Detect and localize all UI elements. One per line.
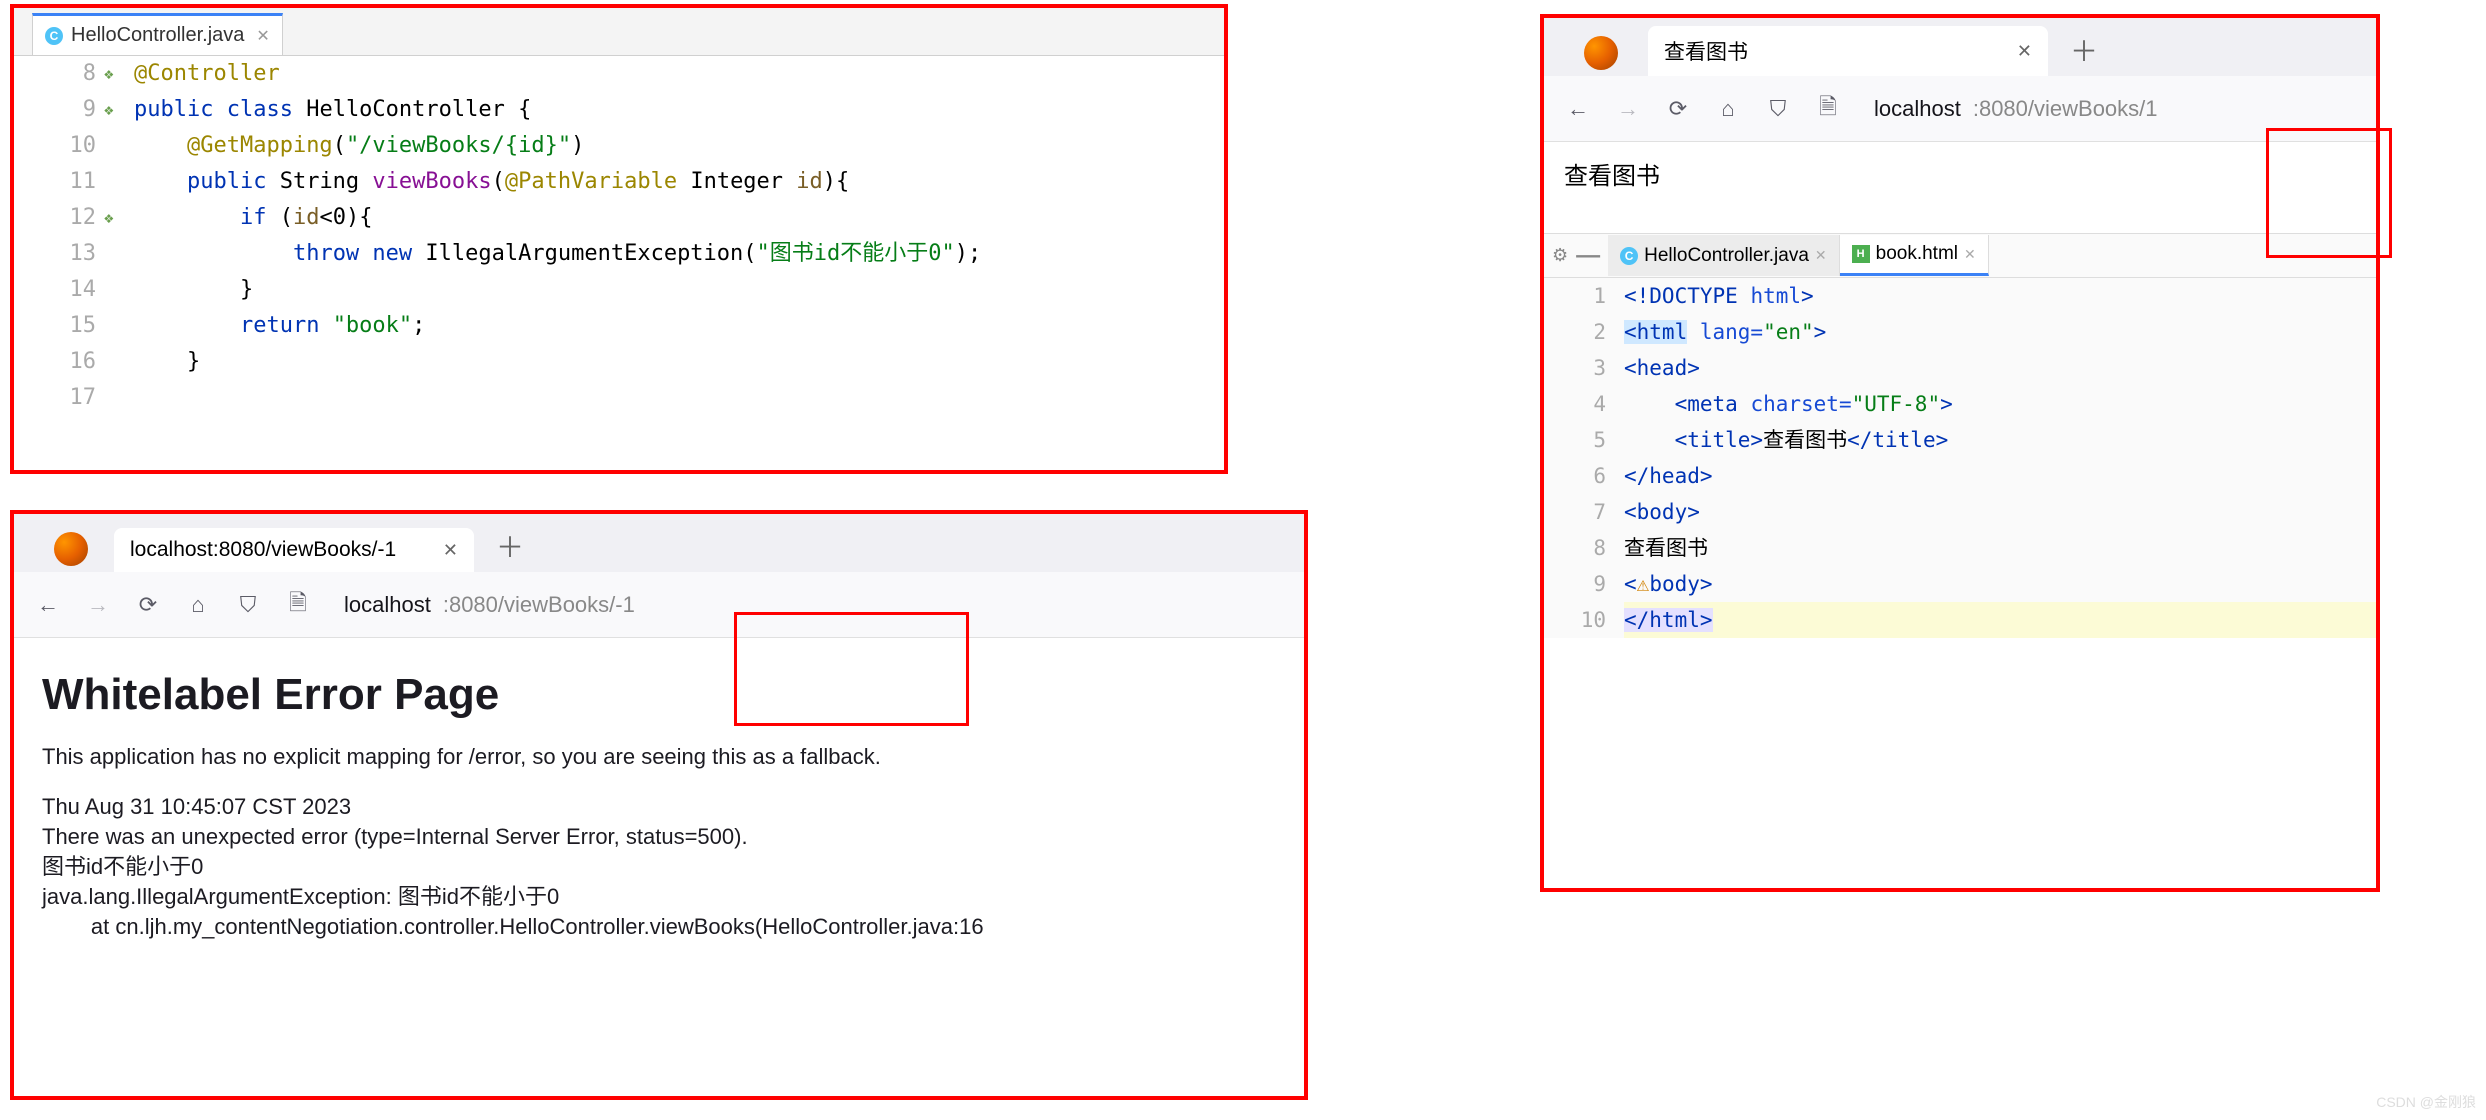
error-exception: java.lang.IllegalArgumentException: 图书id…	[42, 882, 1276, 912]
line-gutter: 12345678910	[1544, 278, 1624, 638]
browser-chrome: 查看图书 ✕ ＋ ← → ⟳ ⌂ ⛉ 🗎 localhost :8080/view…	[1544, 18, 2376, 142]
back-icon[interactable]: ←	[1564, 95, 1592, 123]
gear-icon[interactable]: ⚙	[1552, 245, 1568, 266]
firefox-logo-icon	[1584, 36, 1618, 70]
page-icon: 🗎	[284, 591, 312, 619]
class-file-icon: C	[1620, 247, 1638, 265]
error-heading: Whitelabel Error Page	[42, 670, 1276, 720]
ide-sub-tabs: C HelloController.java ✕ H book.html ✕	[1608, 235, 1989, 276]
url-host: localhost	[344, 592, 431, 618]
error-status: There was an unexpected error (type=Inte…	[42, 822, 1276, 852]
ide-panel-java: C HelloController.java ✕ 891011121314151…	[10, 4, 1228, 474]
tab-label: HelloController.java	[1644, 245, 1809, 267]
nav-bar: ← → ⟳ ⌂ ⛉ 🗎 localhost :8080/viewBooks/1	[1544, 76, 2376, 142]
url-bar[interactable]: localhost :8080/viewBooks/1	[1864, 90, 2356, 128]
url-path: :8080/viewBooks/1	[1973, 96, 2158, 122]
error-timestamp: Thu Aug 31 10:45:07 CST 2023	[42, 792, 1276, 822]
tab-strip: 查看图书 ✕ ＋	[1544, 18, 2376, 76]
html-editor[interactable]: 12345678910 <!DOCTYPE html><html lang="e…	[1544, 278, 2376, 638]
shield-icon: ⛉	[234, 591, 262, 619]
code-editor[interactable]: 891011121314151617 ❖❖❖ @Controllerpublic…	[14, 56, 1224, 416]
ide-tab-hello[interactable]: C HelloController.java ✕	[1608, 235, 1839, 276]
error-desc: This application has no explicit mapping…	[42, 744, 1276, 770]
ide-sub-toolbar: ⚙ — C HelloController.java ✕ H book.html…	[1544, 234, 2376, 278]
class-file-icon: C	[45, 27, 63, 45]
url-path: :8080/viewBooks/-1	[443, 592, 635, 618]
error-message: 图书id不能小于0	[42, 852, 1276, 882]
new-tab-button[interactable]: ＋	[2058, 24, 2110, 76]
home-icon[interactable]: ⌂	[184, 591, 212, 619]
reload-icon[interactable]: ⟳	[134, 591, 162, 619]
html-file-icon: H	[1852, 245, 1870, 263]
page-content: Whitelabel Error Page This application h…	[14, 638, 1304, 962]
forward-icon[interactable]: →	[84, 591, 112, 619]
browser-tab[interactable]: localhost:8080/viewBooks/-1 ✕	[114, 528, 474, 572]
tab-label: HelloController.java	[71, 24, 244, 47]
line-gutter: 891011121314151617	[14, 56, 104, 416]
page-icon: 🗎	[1814, 95, 1842, 123]
ide-tab-bar: C HelloController.java ✕	[14, 8, 1224, 56]
forward-icon[interactable]: →	[1614, 95, 1642, 123]
close-icon[interactable]: ✕	[2017, 41, 2032, 62]
html-lines: <!DOCTYPE html><html lang="en"><head> <m…	[1624, 278, 2376, 638]
gutter-icons: ❖❖❖	[104, 56, 134, 416]
error-stack: at cn.ljh.my_contentNegotiation.controll…	[42, 912, 1276, 942]
url-bar[interactable]: localhost :8080/viewBooks/-1	[334, 586, 1284, 624]
shield-icon: ⛉	[1764, 95, 1792, 123]
code-lines: @Controllerpublic class HelloController …	[134, 56, 1224, 416]
browser-tab[interactable]: 查看图书 ✕	[1648, 26, 2048, 76]
page-body: 查看图书	[1544, 142, 2376, 205]
browser-panel-success: 查看图书 ✕ ＋ ← → ⟳ ⌂ ⛉ 🗎 localhost :8080/view…	[1540, 14, 2380, 892]
tab-label: book.html	[1876, 243, 1958, 265]
new-tab-button[interactable]: ＋	[484, 520, 536, 572]
reload-icon[interactable]: ⟳	[1664, 95, 1692, 123]
ide-tab-book[interactable]: H book.html ✕	[1840, 235, 1989, 276]
collapse-icon[interactable]: —	[1576, 242, 1600, 270]
firefox-logo-icon	[54, 532, 88, 566]
close-icon[interactable]: ✕	[443, 540, 458, 561]
ide-tab-hello[interactable]: C HelloController.java ✕	[32, 13, 283, 55]
tab-strip: localhost:8080/viewBooks/-1 ✕ ＋	[14, 514, 1304, 572]
browser-panel-error: localhost:8080/viewBooks/-1 ✕ ＋ ← → ⟳ ⌂ …	[10, 510, 1308, 1100]
page-text: 查看图书	[1564, 164, 1660, 190]
tab-title: 查看图书	[1664, 36, 2005, 66]
close-icon[interactable]: ✕	[1964, 246, 1976, 263]
nav-bar: ← → ⟳ ⌂ ⛉ 🗎 localhost :8080/viewBooks/-1	[14, 572, 1304, 638]
ide-sub-panel: ⚙ — C HelloController.java ✕ H book.html…	[1544, 233, 2376, 638]
close-icon[interactable]: ✕	[1815, 247, 1827, 264]
watermark: CSDN @金刚狼	[2376, 1092, 2476, 1112]
close-icon[interactable]: ✕	[256, 26, 269, 46]
browser-chrome: localhost:8080/viewBooks/-1 ✕ ＋ ← → ⟳ ⌂ …	[14, 514, 1304, 638]
tab-title: localhost:8080/viewBooks/-1	[130, 538, 431, 562]
home-icon[interactable]: ⌂	[1714, 95, 1742, 123]
back-icon[interactable]: ←	[34, 591, 62, 619]
url-host: localhost	[1874, 96, 1961, 122]
